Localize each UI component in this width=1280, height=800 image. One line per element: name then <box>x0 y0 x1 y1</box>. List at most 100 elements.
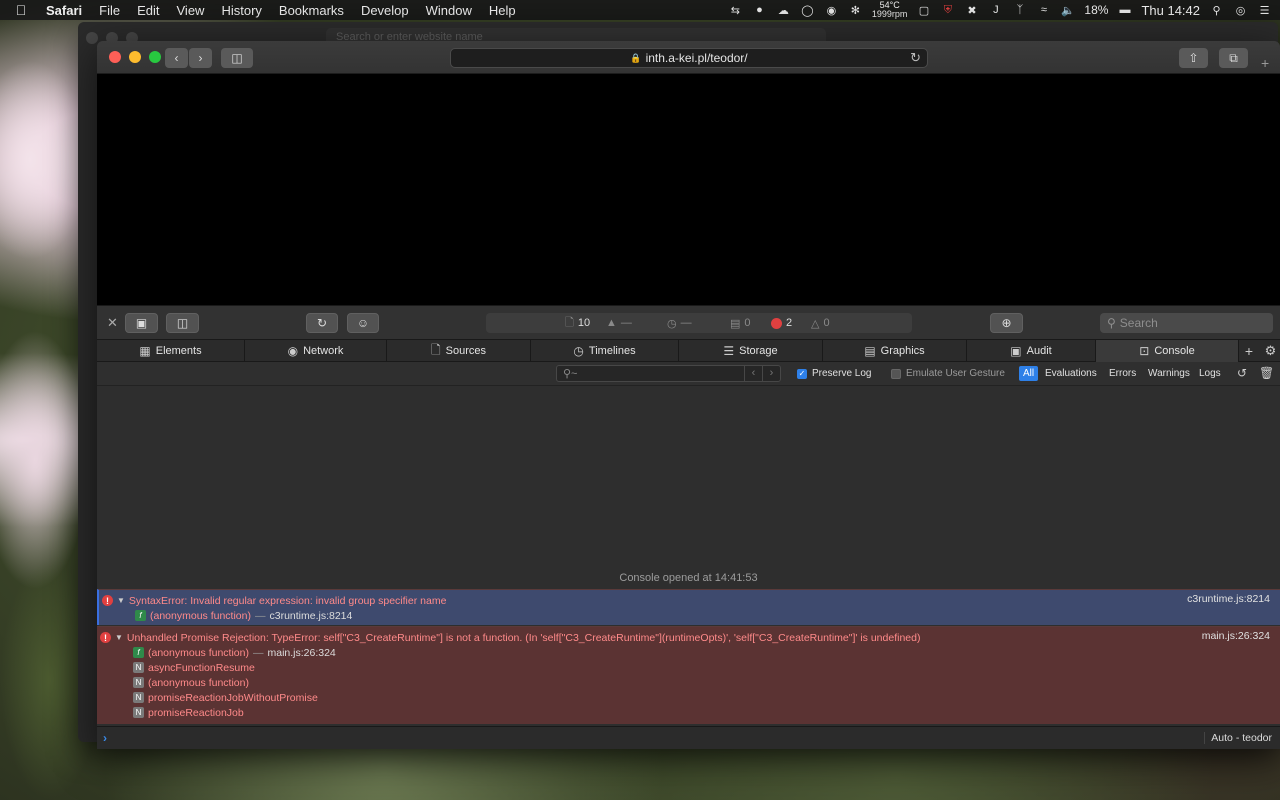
tools-icon[interactable]: ✖ <box>964 4 979 17</box>
console-filter-input[interactable]: ⚲~ ‹ › <box>556 365 781 382</box>
menu-develop[interactable]: Develop <box>361 3 409 18</box>
back-button[interactable]: ‹ <box>165 48 188 68</box>
user-agent-button[interactable]: ☺ <box>347 313 379 333</box>
close-window-button[interactable] <box>109 51 121 63</box>
filter-evaluations[interactable]: Evaluations <box>1041 366 1101 381</box>
wifi-icon[interactable]: ≈ <box>1036 4 1051 17</box>
menu-view[interactable]: View <box>177 3 205 18</box>
temperature-readout[interactable]: 54°C 1999rpm <box>872 1 908 19</box>
frame-location-link[interactable]: main.js:26:324 <box>267 647 335 659</box>
filter-logs[interactable]: Logs <box>1195 366 1225 381</box>
smiley-icon: ☺ <box>356 316 370 330</box>
sidebar-toggle-button[interactable]: ◫ <box>221 48 253 68</box>
stack-frame[interactable]: f (anonymous function) — main.js:26:324 <box>97 645 1280 660</box>
warning-count[interactable]: △ 0 <box>811 317 830 330</box>
trash-icon[interactable]: 🗑 <box>1259 366 1274 380</box>
menu-help[interactable]: Help <box>489 3 516 18</box>
frame-location-link[interactable]: c3runtime.js:8214 <box>269 610 352 622</box>
stack-frame[interactable]: N (anonymous function) <box>97 675 1280 690</box>
resources-size[interactable]: ▲ — <box>606 317 632 329</box>
log-count[interactable]: ▤ 0 <box>730 317 751 330</box>
tab-audit[interactable]: ▣ Audit <box>967 340 1096 362</box>
new-tab-icon[interactable]: + <box>1261 55 1269 71</box>
dock-side-button[interactable]: ◫ <box>166 313 199 333</box>
console-message[interactable]: ! ▼ Unhandled Promise Rejection: TypeErr… <box>97 626 1280 724</box>
stack-frame[interactable]: N asyncFunctionResume <box>97 660 1280 675</box>
volume-icon[interactable]: 🔈 <box>1060 4 1075 17</box>
filter-errors[interactable]: Errors <box>1105 366 1140 381</box>
menu-file[interactable]: File <box>99 3 120 18</box>
stack-frame[interactable]: N promiseReactionJob <box>97 705 1280 720</box>
message-location-link[interactable]: c3runtime.js:8214 <box>1187 593 1270 605</box>
circle-icon[interactable]: ◯ <box>800 4 815 17</box>
tab-network[interactable]: ◉ Network <box>245 340 387 362</box>
filter-warnings[interactable]: Warnings <box>1144 366 1194 381</box>
gear-icon[interactable]: ⚙ <box>1261 340 1280 362</box>
inspector-search-input[interactable]: ⚲ Search <box>1100 313 1273 333</box>
spotlight-search-icon[interactable]: ⚲ <box>1209 4 1224 17</box>
tab-timelines[interactable]: ◷ Timelines <box>531 340 679 362</box>
console-log-area[interactable]: Console opened at 14:41:53 ! ▼ SyntaxErr… <box>97 387 1280 727</box>
apple-menu-icon[interactable]:  <box>8 2 34 18</box>
web-content-area[interactable] <box>97 74 1280 305</box>
disclosure-triangle-icon[interactable]: ▼ <box>115 633 123 642</box>
tab-elements[interactable]: ▦ Elements <box>97 340 245 362</box>
emulate-user-gesture-checkbox[interactable]: Emulate User Gesture <box>891 368 1005 379</box>
teamviewer-icon[interactable]: ⇆ <box>728 4 743 17</box>
reload-icon[interactable]: ↻ <box>910 50 921 66</box>
battery-percent[interactable]: 18% <box>1084 3 1108 17</box>
menu-app-name[interactable]: Safari <box>46 3 82 18</box>
forward-button[interactable]: › <box>189 48 212 68</box>
minimize-window-button[interactable] <box>129 51 141 63</box>
element-picker-button[interactable]: ⊕ <box>990 313 1023 333</box>
stack-frame[interactable]: f (anonymous function) — c3runtime.js:82… <box>99 608 1280 623</box>
chevron-left-icon: ‹ <box>174 51 179 65</box>
dock-button[interactable]: ▣ <box>125 313 158 333</box>
console-prompt[interactable]: › Auto - teodor <box>97 726 1280 749</box>
nav-buttons: ‹ › <box>165 48 212 68</box>
tab-sources[interactable]: 🗋 Sources <box>387 340 531 362</box>
tab-console[interactable]: ⊡ Console <box>1096 340 1239 362</box>
filter-next-icon[interactable]: › <box>762 366 780 381</box>
filter-prev-icon[interactable]: ‹ <box>744 366 762 381</box>
address-bar[interactable]: 🔒 inth.a-kei.pl/teodor/ ↻ <box>450 48 928 68</box>
reload-page-button[interactable]: ↻ <box>306 313 338 333</box>
clock-icon: ◷ <box>667 317 677 330</box>
tab-graphics[interactable]: ▤ Graphics <box>823 340 967 362</box>
square-icon[interactable]: ▢ <box>916 4 931 17</box>
cloud-icon[interactable]: ☁ <box>776 4 791 17</box>
stack-frame[interactable]: N promiseReactionJobWithoutPromise <box>97 690 1280 705</box>
share-button[interactable]: ⇧ <box>1179 48 1208 68</box>
zoom-window-button[interactable] <box>149 51 161 63</box>
console-message[interactable]: ! ▼ SyntaxError: Invalid regular express… <box>97 589 1280 625</box>
menu-bookmarks[interactable]: Bookmarks <box>279 3 344 18</box>
clock[interactable]: Thu 14:42 <box>1141 3 1200 18</box>
filter-all[interactable]: All <box>1019 366 1039 381</box>
resources-count[interactable]: 🗋 10 <box>565 314 590 333</box>
show-tabs-button[interactable]: ⧉ <box>1219 48 1248 68</box>
message-location-link[interactable]: main.js:26:324 <box>1202 630 1270 642</box>
bluetooth-icon[interactable]: ᛉ <box>1012 4 1027 17</box>
add-tab-icon[interactable]: + <box>1239 340 1259 362</box>
menu-history[interactable]: History <box>221 3 261 18</box>
j-icon[interactable]: J <box>988 4 1003 17</box>
close-inspector-icon[interactable]: ✕ <box>107 315 118 331</box>
fan-icon[interactable]: ✻ <box>848 4 863 17</box>
tab-storage[interactable]: ☰ Storage <box>679 340 823 362</box>
menu-window[interactable]: Window <box>426 3 472 18</box>
siri-icon[interactable]: ◎ <box>1233 4 1248 17</box>
notification-center-icon[interactable]: ☰ <box>1257 4 1272 17</box>
menu-edit[interactable]: Edit <box>137 3 159 18</box>
battery-icon[interactable]: ▬ <box>1117 4 1132 17</box>
load-time[interactable]: ◷ — <box>667 317 692 330</box>
frame-separator: — <box>254 609 266 622</box>
clear-on-reload-icon[interactable]: ↺ <box>1237 366 1247 380</box>
status-dot-icon[interactable]: ● <box>752 4 767 17</box>
preserve-log-checkbox[interactable]: ✓ Preserve Log <box>797 368 871 379</box>
error-count[interactable]: 2 <box>771 317 792 329</box>
disclosure-triangle-icon[interactable]: ▼ <box>117 596 125 605</box>
tab-network-label: Network <box>303 345 344 357</box>
globe-icon[interactable]: ◉ <box>824 4 839 17</box>
shield-icon[interactable]: ⛨ <box>940 4 955 17</box>
execution-context-selector[interactable]: Auto - teodor <box>1204 732 1272 744</box>
